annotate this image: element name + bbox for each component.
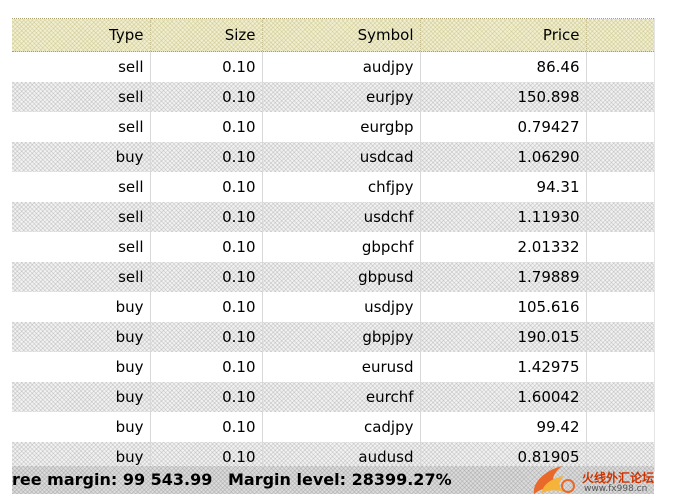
table-row[interactable]: buy 0.10 eurchf 1.60042 (12, 382, 655, 412)
cell-empty (586, 382, 655, 412)
cell-size: 0.10 (150, 172, 263, 202)
table-row[interactable]: buy 0.10 usdcad 1.06290 (12, 142, 655, 172)
cell-type: sell (12, 172, 151, 202)
cell-size: 0.10 (150, 232, 263, 262)
cell-price: 190.015 (420, 322, 587, 352)
column-header-price[interactable]: Price (420, 18, 587, 52)
cell-price: 150.898 (420, 82, 587, 112)
cell-price: 1.42975 (420, 352, 587, 382)
cell-type: buy (12, 352, 151, 382)
cell-symbol: usdchf (262, 202, 421, 232)
column-header-type[interactable]: Type (12, 18, 151, 52)
trade-table: Type Size Symbol Price sell 0.10 audjpy 86.… (12, 18, 655, 472)
cell-size: 0.10 (150, 51, 263, 82)
cell-symbol: cadjpy (262, 412, 421, 442)
table-row[interactable]: sell 0.10 usdchf 1.11930 (12, 202, 655, 232)
cell-symbol: eurusd (262, 352, 421, 382)
cell-empty (586, 262, 655, 292)
cell-type: buy (12, 382, 151, 412)
cell-empty (586, 112, 655, 142)
cell-type: sell (12, 82, 151, 112)
table-row[interactable]: buy 0.10 eurusd 1.42975 (12, 352, 655, 382)
cell-size: 0.10 (150, 352, 263, 382)
cell-price: 105.616 (420, 292, 587, 322)
cell-symbol: eurjpy (262, 82, 421, 112)
cell-size: 0.10 (150, 292, 263, 322)
cell-symbol: eurchf (262, 382, 421, 412)
cell-size: 0.10 (150, 322, 263, 352)
cell-symbol: usdcad (262, 142, 421, 172)
cell-size: 0.10 (150, 412, 263, 442)
cell-empty (586, 352, 655, 382)
cell-price: 2.01332 (420, 232, 587, 262)
cell-empty (586, 232, 655, 262)
table-row[interactable]: buy 0.10 gbpjpy 190.015 (12, 322, 655, 352)
free-margin-text: ree margin: 99 543.99 (12, 470, 213, 489)
cell-price: 86.46 (420, 51, 587, 82)
cell-price: 99.42 (420, 412, 587, 442)
table-row[interactable]: sell 0.10 chfjpy 94.31 (12, 172, 655, 202)
cell-size: 0.10 (150, 262, 263, 292)
cell-type: sell (12, 51, 151, 82)
cell-price: 0.79427 (420, 112, 587, 142)
cell-empty (586, 51, 655, 82)
table-row[interactable]: buy 0.10 usdjpy 105.616 (12, 292, 655, 322)
cell-empty (586, 202, 655, 232)
cell-symbol: gbpjpy (262, 322, 421, 352)
cell-empty (586, 172, 655, 202)
cell-price: 1.79889 (420, 262, 587, 292)
cell-type: buy (12, 142, 151, 172)
cell-symbol: eurgbp (262, 112, 421, 142)
flame-logo-icon (533, 466, 575, 494)
table-row[interactable]: buy 0.10 cadjpy 99.42 (12, 412, 655, 442)
table-header-row: Type Size Symbol Price (12, 18, 655, 52)
cell-type: buy (12, 322, 151, 352)
cell-type: sell (12, 262, 151, 292)
column-header-empty (586, 18, 655, 52)
cell-symbol: gbpusd (262, 262, 421, 292)
cell-empty (586, 322, 655, 352)
column-header-size[interactable]: Size (150, 18, 263, 52)
cell-symbol: gbpchf (262, 232, 421, 262)
table-row[interactable]: sell 0.10 eurgbp 0.79427 (12, 112, 655, 142)
cell-size: 0.10 (150, 82, 263, 112)
margin-level-text: Margin level: 28399.27% (227, 470, 452, 489)
cell-price: 1.11930 (420, 202, 587, 232)
cell-empty (586, 82, 655, 112)
cell-size: 0.10 (150, 202, 263, 232)
cell-type: sell (12, 232, 151, 262)
forum-watermark-logo: 火线外汇论坛 www.fx998.cn (528, 460, 668, 500)
cell-size: 0.10 (150, 112, 263, 142)
cell-type: buy (12, 292, 151, 322)
cell-type: sell (12, 112, 151, 142)
forum-url-text: www.fx998.cn (584, 484, 648, 494)
cell-price: 1.06290 (420, 142, 587, 172)
table-row[interactable]: sell 0.10 eurjpy 150.898 (12, 82, 655, 112)
cell-size: 0.10 (150, 382, 263, 412)
table-row[interactable]: sell 0.10 gbpchf 2.01332 (12, 232, 655, 262)
cell-type: sell (12, 202, 151, 232)
cell-symbol: audjpy (262, 51, 421, 82)
cell-empty (586, 292, 655, 322)
cell-empty (586, 142, 655, 172)
cell-symbol: usdjpy (262, 292, 421, 322)
cell-price: 94.31 (420, 172, 587, 202)
table-row[interactable]: sell 0.10 gbpusd 1.79889 (12, 262, 655, 292)
cell-type: buy (12, 412, 151, 442)
cell-price: 1.60042 (420, 382, 587, 412)
cell-symbol: chfjpy (262, 172, 421, 202)
column-header-symbol[interactable]: Symbol (262, 18, 421, 52)
table-row[interactable]: sell 0.10 audjpy 86.46 (12, 51, 655, 82)
cell-size: 0.10 (150, 142, 263, 172)
cell-empty (586, 412, 655, 442)
